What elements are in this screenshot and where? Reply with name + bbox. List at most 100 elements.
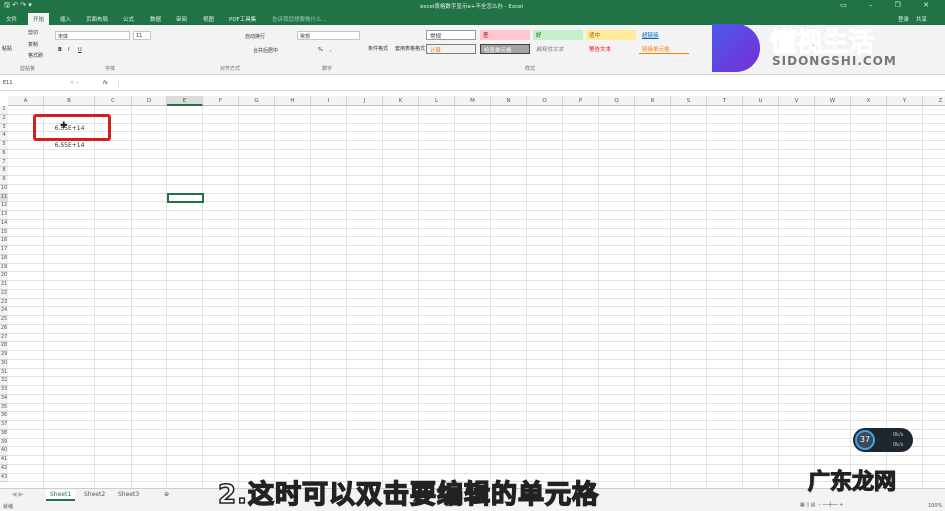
- column-header-d[interactable]: D: [132, 96, 167, 106]
- tab-insert[interactable]: 插入: [60, 15, 71, 23]
- sheet-nav-arrows[interactable]: ◀ ▶: [8, 490, 27, 499]
- tab-formulas[interactable]: 公式: [123, 15, 134, 23]
- style-warning[interactable]: 警告文本: [586, 44, 636, 54]
- underline-button[interactable]: U: [78, 47, 82, 53]
- fx-button[interactable]: fx: [103, 80, 108, 86]
- tab-view[interactable]: 视图: [203, 15, 214, 23]
- row-header-16[interactable]: 16: [0, 237, 8, 246]
- row-header-28[interactable]: 28: [0, 342, 8, 351]
- column-header-g[interactable]: G: [239, 96, 275, 106]
- row-header-8[interactable]: 8: [0, 167, 8, 176]
- comma-button[interactable]: ,: [330, 47, 332, 53]
- row-header-36[interactable]: 36: [0, 412, 8, 421]
- tab-review[interactable]: 审阅: [176, 15, 187, 23]
- row-header-35[interactable]: 35: [0, 403, 8, 413]
- tell-me-search[interactable]: 告诉我您想要做什么...: [272, 15, 327, 23]
- merge-center-button[interactable]: 合并后居中: [253, 47, 278, 54]
- row-header-23[interactable]: 23: [0, 298, 8, 308]
- column-header-k[interactable]: K: [383, 96, 419, 106]
- column-header-o[interactable]: O: [527, 96, 563, 106]
- cut-button[interactable]: 剪切: [28, 29, 38, 36]
- column-header-u[interactable]: U: [743, 96, 779, 106]
- tab-pdf[interactable]: PDF工具集: [229, 15, 256, 23]
- column-header-c[interactable]: C: [95, 96, 132, 106]
- font-size-select[interactable]: 11: [133, 31, 151, 40]
- row-header-5[interactable]: 5: [0, 141, 8, 150]
- font-name-select[interactable]: 宋体: [55, 31, 130, 40]
- row-header-15[interactable]: 15: [0, 228, 8, 238]
- column-header-s[interactable]: S: [671, 96, 707, 106]
- row-header-12[interactable]: 12: [0, 202, 8, 211]
- name-box[interactable]: E11: [1, 79, 49, 88]
- style-neutral[interactable]: 适中: [586, 30, 636, 40]
- row-header-27[interactable]: 27: [0, 333, 8, 343]
- format-painter-button[interactable]: 格式刷: [28, 52, 43, 59]
- column-header-t[interactable]: T: [707, 96, 743, 106]
- style-hyperlink[interactable]: 超链接: [639, 30, 689, 40]
- paste-button[interactable]: 粘贴: [2, 45, 12, 52]
- zoom-level[interactable]: 100%: [928, 503, 942, 509]
- row-header-42[interactable]: 42: [0, 464, 8, 474]
- column-header-i[interactable]: I: [311, 96, 347, 106]
- column-header-n[interactable]: N: [491, 96, 527, 106]
- bold-button[interactable]: B: [58, 47, 62, 53]
- share-button[interactable]: 共享: [916, 15, 927, 23]
- row-header-4[interactable]: 4: [0, 132, 8, 141]
- row-header-18[interactable]: 18: [0, 254, 8, 264]
- row-header-39[interactable]: 39: [0, 438, 8, 448]
- format-as-table-button[interactable]: 套用表格格式: [395, 45, 425, 52]
- column-header-v[interactable]: V: [779, 96, 815, 106]
- sheet-tab-3[interactable]: Sheet3: [114, 490, 143, 499]
- tab-data[interactable]: 数据: [150, 15, 161, 23]
- row-header-11[interactable]: 11: [0, 193, 8, 203]
- column-header-w[interactable]: W: [815, 96, 851, 106]
- row-header-21[interactable]: 21: [0, 281, 8, 290]
- row-header-32[interactable]: 32: [0, 377, 8, 386]
- row-header-17[interactable]: 17: [0, 246, 8, 255]
- column-header-h[interactable]: H: [275, 96, 311, 106]
- row-header-29[interactable]: 29: [0, 351, 8, 360]
- row-header-37[interactable]: 37: [0, 421, 8, 430]
- row-header-34[interactable]: 34: [0, 394, 8, 404]
- column-header-l[interactable]: L: [419, 96, 455, 106]
- row-header-19[interactable]: 19: [0, 263, 8, 273]
- column-header-z[interactable]: Z: [923, 96, 945, 106]
- italic-button[interactable]: I: [68, 47, 69, 53]
- copy-button[interactable]: 复制: [28, 41, 38, 48]
- row-header-20[interactable]: 20: [0, 272, 8, 281]
- row-header-1[interactable]: 1: [0, 106, 8, 115]
- conditional-format-button[interactable]: 条件格式: [368, 45, 388, 52]
- column-header-y[interactable]: Y: [887, 96, 923, 106]
- row-header-33[interactable]: 33: [0, 386, 8, 395]
- formula-input[interactable]: [118, 79, 938, 88]
- wrap-text-button[interactable]: 自动换行: [245, 33, 265, 40]
- row-header-13[interactable]: 13: [0, 211, 8, 220]
- row-header-30[interactable]: 30: [0, 359, 8, 369]
- column-header-m[interactable]: M: [455, 96, 491, 106]
- worksheet-grid[interactable]: A B C D E F G H I J K L M N O P Q R S T U V W X Y Z 1 2 3 4 5 6 7 8 9 10 11 1…: [0, 96, 945, 488]
- column-header-a[interactable]: A: [8, 96, 44, 106]
- selected-cell-e11[interactable]: [167, 192, 204, 204]
- column-header-b[interactable]: B: [44, 96, 95, 106]
- view-buttons[interactable]: ▦ ▯ ▤ – ──┼── +: [800, 502, 843, 508]
- column-header-q[interactable]: Q: [599, 96, 635, 106]
- column-header-p[interactable]: P: [563, 96, 599, 106]
- style-calculation[interactable]: 计算: [426, 44, 476, 54]
- row-header-3[interactable]: 3: [0, 123, 8, 133]
- column-header-f[interactable]: F: [203, 96, 239, 106]
- row-header-14[interactable]: 14: [0, 219, 8, 229]
- tab-page-layout[interactable]: 页面布局: [86, 15, 108, 23]
- style-bad[interactable]: 差: [480, 30, 530, 40]
- row-header-7[interactable]: 7: [0, 158, 8, 168]
- row-header-31[interactable]: 31: [0, 368, 8, 378]
- row-header-6[interactable]: 6: [0, 149, 8, 159]
- style-linked-cell[interactable]: 链接单元格: [639, 44, 689, 54]
- column-header-r[interactable]: R: [635, 96, 671, 106]
- tab-file[interactable]: 文件: [6, 15, 17, 23]
- quick-access-toolbar[interactable]: 🖫 ↶ ↷ ▾: [4, 1, 32, 12]
- style-check-cell[interactable]: 检查单元格: [480, 44, 530, 54]
- cell-b5[interactable]: 6.55E+14: [44, 142, 95, 149]
- row-header-38[interactable]: 38: [0, 429, 8, 439]
- percent-button[interactable]: %: [318, 47, 323, 53]
- add-sheet-icon[interactable]: ⊕: [160, 490, 173, 499]
